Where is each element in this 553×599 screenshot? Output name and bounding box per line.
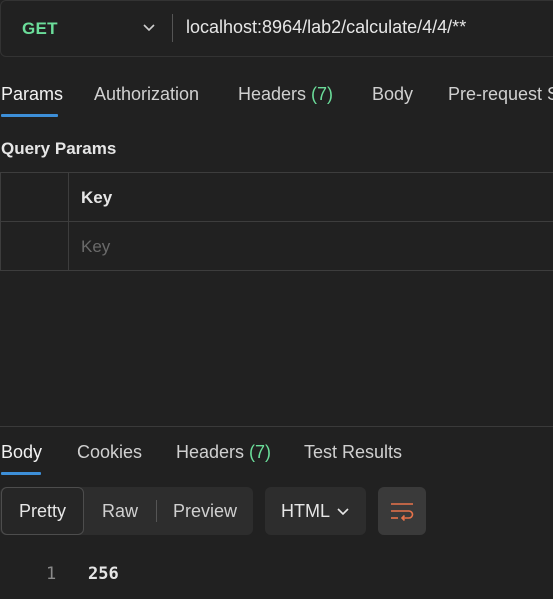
key-input[interactable]: Key	[81, 237, 110, 257]
method-select[interactable]: GET	[0, 0, 172, 57]
table-divider	[0, 221, 553, 222]
raw-button[interactable]: Raw	[84, 487, 156, 535]
tab-authorization[interactable]: Authorization	[94, 84, 199, 105]
response-divider[interactable]	[0, 426, 553, 427]
query-params-title: Query Params	[1, 139, 117, 158]
tab-label: Headers	[238, 84, 312, 104]
response-body-line: 256	[88, 564, 119, 584]
wrap-lines-icon	[391, 503, 414, 521]
tab-headers[interactable]: Headers (7)	[238, 84, 333, 105]
tab-label: Params	[1, 84, 64, 104]
chevron-down-icon	[337, 508, 349, 516]
key-column-header: Key	[81, 188, 113, 207]
response-tabs: Body Cookies Headers (7) Test Results	[0, 442, 553, 475]
tab-label: Body	[1, 442, 43, 462]
wrap-lines-button[interactable]	[378, 487, 426, 535]
tab-label: Cookies	[77, 442, 143, 462]
line-number: 1	[46, 564, 57, 584]
active-tab-indicator	[1, 472, 41, 475]
tab-cookies[interactable]: Cookies	[77, 442, 142, 463]
tab-test-results[interactable]: Test Results	[304, 442, 402, 463]
pretty-button[interactable]: Pretty	[1, 487, 84, 535]
tab-label: Pre-request S	[448, 84, 553, 104]
tab-label: Authorization	[94, 84, 200, 104]
tab-body[interactable]: Body	[372, 84, 413, 105]
preview-button[interactable]: Preview	[157, 487, 253, 535]
url-input[interactable]: localhost:8964/lab2/calculate/4/4/**	[186, 17, 466, 38]
tab-response-headers[interactable]: Headers (7)	[176, 442, 271, 463]
tab-count: (7)	[249, 442, 272, 462]
tab-label: Body	[372, 84, 414, 104]
request-tabs: Params Authorization Headers (7) Body Pr…	[0, 84, 553, 117]
tab-response-body[interactable]: Body	[1, 442, 42, 463]
format-label: HTML	[281, 500, 330, 521]
tab-params[interactable]: Params	[1, 84, 63, 105]
format-select[interactable]: HTML	[265, 487, 366, 535]
url-divider	[172, 14, 173, 42]
method-label: GET	[22, 18, 58, 38]
active-tab-indicator	[1, 114, 58, 117]
tab-label: Test Results	[304, 442, 403, 462]
tab-pre-request-script[interactable]: Pre-request S	[448, 84, 553, 105]
tab-label: Headers	[176, 442, 250, 462]
tab-count: (7)	[311, 84, 334, 104]
table-column-divider	[68, 172, 69, 271]
chevron-down-icon	[143, 24, 155, 32]
